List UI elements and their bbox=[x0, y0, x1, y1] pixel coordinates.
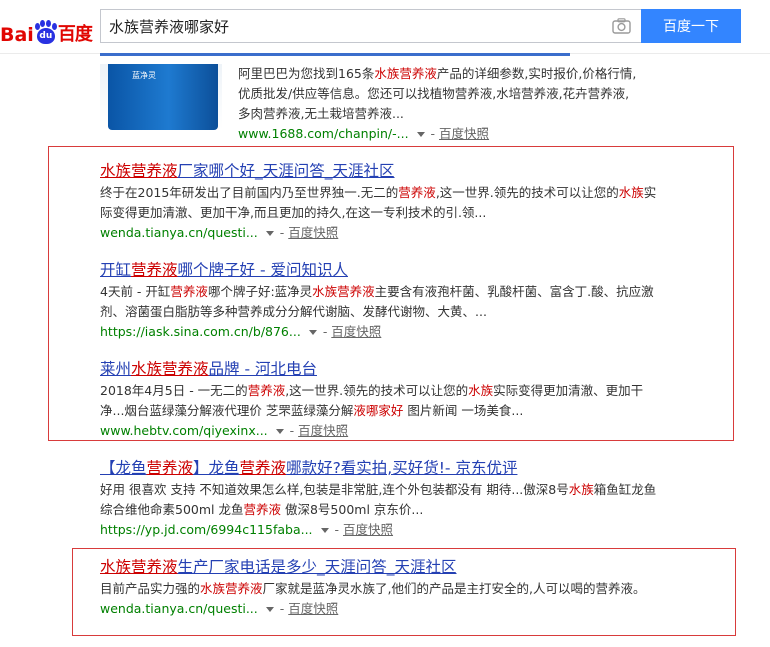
search-result: 水族营养液生产厂家电话是多少_天涯问答_天涯社区 目前产品实力强的水族营养液厂家… bbox=[100, 555, 660, 619]
search-input[interactable] bbox=[109, 10, 589, 42]
header-bar: Bai du 百度 百度一下 bbox=[0, 0, 770, 54]
result-title[interactable]: 水族营养液生产厂家电话是多少_天涯问答_天涯社区 bbox=[100, 555, 660, 579]
logo-bai-text: Bai bbox=[0, 24, 34, 46]
result-title[interactable]: 【龙鱼营养液】龙鱼营养液哪款好?看实拍,买好货!- 京东优评 bbox=[100, 456, 660, 480]
logo-du-text: du bbox=[36, 28, 55, 44]
image-result-text: 阿里巴巴为您找到165条水族营养液产品的详细参数,实时报价,价格行情,优质批发/… bbox=[238, 64, 638, 144]
search-result: 开缸营养液哪个牌子好 - 爱问知识人 4天前 - 开缸营养液哪个牌子好:蓝净灵水… bbox=[100, 258, 660, 342]
dropdown-arrow-icon[interactable] bbox=[265, 606, 274, 612]
dropdown-arrow-icon[interactable] bbox=[265, 230, 274, 236]
search-result: 莱州水族营养液品牌 - 河北电台 2018年4月5日 - 一无二的营养液,这一世… bbox=[100, 357, 660, 441]
result-url[interactable]: www.1688.com/chanpin/-... bbox=[238, 126, 409, 141]
result-url-line: wenda.tianya.cn/questi... - 百度快照 bbox=[100, 225, 339, 240]
result-title[interactable]: 开缸营养液哪个牌子好 - 爱问知识人 bbox=[100, 258, 660, 282]
result-url-line: https://iask.sina.com.cn/b/876... - 百度快照 bbox=[100, 324, 382, 339]
snapshot-link[interactable]: 百度快照 bbox=[331, 324, 381, 339]
result-url-line: www.1688.com/chanpin/-... - 百度快照 bbox=[238, 126, 490, 141]
snapshot-link[interactable]: 百度快照 bbox=[288, 225, 338, 240]
result-description: 2018年4月5日 - 一无二的营养液,这一世界.领先的技术可以让您的水族实际变… bbox=[100, 383, 644, 418]
result-url[interactable]: https://yp.jd.com/6994c115faba... bbox=[100, 522, 313, 537]
search-result: 【龙鱼营养液】龙鱼营养液哪款好?看实拍,买好货!- 京东优评 好用 很喜欢 支持… bbox=[100, 456, 660, 540]
paw-icon: du bbox=[34, 20, 57, 46]
result-url[interactable]: wenda.tianya.cn/questi... bbox=[100, 225, 258, 240]
search-button[interactable]: 百度一下 bbox=[641, 9, 741, 43]
result-description: 阿里巴巴为您找到165条水族营养液产品的详细参数,实时报价,价格行情,优质批发/… bbox=[238, 66, 637, 121]
result-title[interactable]: 水族营养液厂家哪个好_天涯问答_天涯社区 bbox=[100, 159, 660, 183]
camera-icon[interactable] bbox=[612, 18, 631, 34]
result-description: 目前产品实力强的水族营养液厂家就是蓝净灵水族了,他们的产品是主打安全的,人可以喝… bbox=[100, 581, 646, 596]
result-url[interactable]: wenda.tianya.cn/questi... bbox=[100, 601, 258, 616]
snapshot-link[interactable]: 百度快照 bbox=[343, 522, 393, 537]
result-url[interactable]: https://iask.sina.com.cn/b/876... bbox=[100, 324, 301, 339]
result-description: 4天前 - 开缸营养液哪个牌子好:蓝净灵水族营养液主要含有液孢杆菌、乳酸杆菌、富… bbox=[100, 284, 654, 319]
thumbnail-label: 蓝净灵 bbox=[132, 71, 156, 80]
dropdown-arrow-icon[interactable] bbox=[275, 428, 284, 434]
search-box bbox=[100, 9, 641, 43]
result-description: 好用 很喜欢 支持 不知道效果怎么样,包装是非常脏,连个外包装都没有 期待...… bbox=[100, 482, 657, 517]
result-url[interactable]: www.hebtv.com/qiyexinx... bbox=[100, 423, 268, 438]
search-result: 水族营养液厂家哪个好_天涯问答_天涯社区 终于在2015年研发出了目前国内乃至世… bbox=[100, 159, 660, 243]
result-url-line: https://yp.jd.com/6994c115faba... - 百度快照 bbox=[100, 522, 394, 537]
result-url-line: wenda.tianya.cn/questi... - 百度快照 bbox=[100, 601, 339, 616]
dropdown-arrow-icon[interactable] bbox=[416, 131, 425, 137]
previous-result-underline bbox=[100, 53, 570, 56]
snapshot-link[interactable]: 百度快照 bbox=[298, 423, 348, 438]
snapshot-link[interactable]: 百度快照 bbox=[439, 126, 489, 141]
result-url-line: www.hebtv.com/qiyexinx... - 百度快照 bbox=[100, 423, 349, 438]
dropdown-arrow-icon[interactable] bbox=[308, 329, 317, 335]
snapshot-link[interactable]: 百度快照 bbox=[288, 601, 338, 616]
logo-cn-text: 百度 bbox=[57, 24, 93, 45]
baidu-logo[interactable]: Bai du 百度 bbox=[0, 6, 93, 46]
result-title[interactable]: 莱州水族营养液品牌 - 河北电台 bbox=[100, 357, 660, 381]
result-thumbnail[interactable]: 蓝净灵 bbox=[100, 64, 222, 130]
dropdown-arrow-icon[interactable] bbox=[320, 527, 329, 533]
result-description: 终于在2015年研发出了目前国内乃至世界独一.无二的营养液,这一世界.领先的技术… bbox=[100, 185, 657, 220]
